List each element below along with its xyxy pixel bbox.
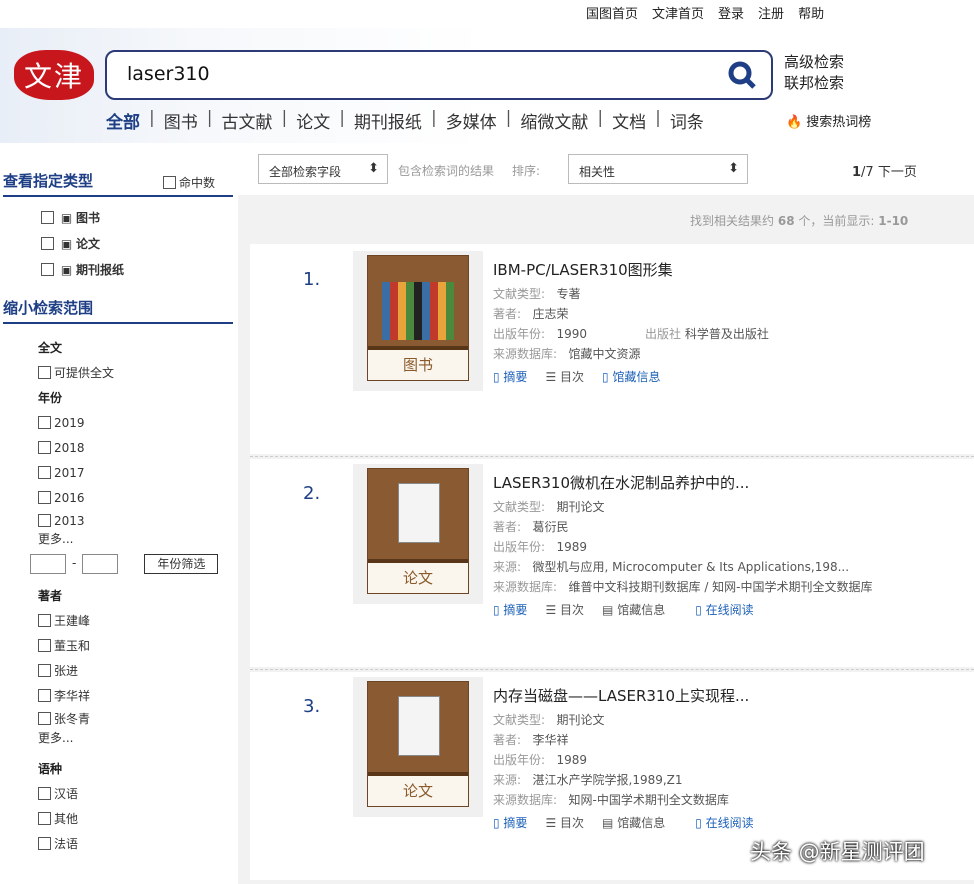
- fulltext-checkbox[interactable]: 可提供全文: [38, 361, 233, 386]
- hit-count-checkbox[interactable]: 命中数: [163, 174, 215, 191]
- result-item: 2. 论文 LASER310微机在水泥制品养护中的... 文献类型: 期刊论文 …: [250, 459, 974, 667]
- result-item: 1. 图书 IBM-PC/LASER310图形集 文献类型: 专著 著者: 庄志…: [250, 244, 974, 454]
- toc-link[interactable]: ☰ 目次: [545, 814, 584, 831]
- type-books[interactable]: ▣ 图书: [41, 205, 233, 231]
- result-title[interactable]: LASER310微机在水泥制品养护中的...: [493, 472, 873, 493]
- tab-multimedia[interactable]: 多媒体: [446, 108, 497, 133]
- type-periodicals[interactable]: ▣ 期刊报纸: [41, 257, 233, 283]
- paper-cover[interactable]: 论文: [353, 464, 483, 604]
- year-heading: 年份: [38, 386, 233, 411]
- holdings-link[interactable]: ▤ 馆藏信息: [602, 601, 665, 618]
- read-online-link[interactable]: ▯ 在线阅读: [695, 814, 753, 831]
- tab-microfilm[interactable]: 缩微文献: [520, 108, 588, 133]
- type-title: 查看指定类型: [3, 170, 93, 191]
- toc-link[interactable]: ☰ 目次: [545, 368, 584, 385]
- result-title[interactable]: 内存当磁盘——LASER310上实现程...: [493, 685, 754, 706]
- top-links: 国图首页 文津首页 登录 注册 帮助: [586, 3, 824, 22]
- book-cover[interactable]: 图书: [353, 251, 483, 391]
- fulltext-heading: 全文: [38, 336, 233, 361]
- link-nlc-home[interactable]: 国图首页: [586, 3, 638, 22]
- link-help[interactable]: 帮助: [798, 3, 824, 22]
- hot-search-link[interactable]: 🔥 搜索热词榜: [786, 111, 871, 130]
- year-2019[interactable]: 2019: [38, 411, 233, 436]
- tab-periodicals[interactable]: 期刊报纸: [354, 108, 422, 133]
- year-to-input[interactable]: [82, 554, 118, 574]
- current-page: 1: [852, 165, 861, 180]
- next-page-link[interactable]: 下一页: [878, 165, 917, 180]
- tab-books[interactable]: 图书: [164, 108, 198, 133]
- type-papers[interactable]: ▣ 论文: [41, 231, 233, 257]
- result-title[interactable]: IBM-PC/LASER310图形集: [493, 259, 769, 280]
- search-icon[interactable]: [727, 60, 757, 90]
- logo[interactable]: 文津: [14, 50, 94, 100]
- pagination: 1/7 下一页: [852, 161, 917, 180]
- advanced-links: 高级检索 联邦检索: [784, 52, 844, 94]
- author-item[interactable]: 董玉和: [38, 634, 233, 659]
- tab-papers[interactable]: 论文: [296, 108, 330, 133]
- divider: [250, 456, 974, 457]
- year-2013[interactable]: 2013: [38, 511, 233, 531]
- author-item[interactable]: 李华祥: [38, 684, 233, 709]
- read-online-link[interactable]: ▯ 在线阅读: [695, 601, 753, 618]
- watermark: 头条 @新星测评团: [750, 836, 925, 866]
- language-item[interactable]: 其他: [38, 807, 233, 832]
- result-number: 1.: [303, 269, 320, 290]
- author-more-link[interactable]: 更多...: [38, 729, 233, 747]
- fire-icon: 🔥: [786, 115, 802, 130]
- divider: [250, 669, 974, 670]
- tab-all[interactable]: 全部: [106, 108, 140, 133]
- tab-documents[interactable]: 文档: [612, 108, 646, 133]
- field-select[interactable]: 全部检索字段: [258, 154, 388, 184]
- result-number: 2.: [303, 483, 320, 504]
- link-register[interactable]: 注册: [758, 3, 784, 22]
- sort-select[interactable]: 相关性: [568, 154, 748, 184]
- abstract-link[interactable]: ▯ 摘要: [493, 814, 527, 831]
- link-login[interactable]: 登录: [718, 3, 744, 22]
- abstract-link[interactable]: ▯ 摘要: [493, 601, 527, 618]
- language-heading: 语种: [38, 757, 233, 782]
- toc-link[interactable]: ☰ 目次: [545, 601, 584, 618]
- year-2016[interactable]: 2016: [38, 486, 233, 511]
- author-item[interactable]: 张冬青: [38, 709, 233, 729]
- search-input[interactable]: laser310: [127, 63, 210, 85]
- year-filter-button[interactable]: 年份筛选: [144, 554, 218, 574]
- link-wenjin-home[interactable]: 文津首页: [652, 3, 704, 22]
- tab-ancient[interactable]: 古文献: [221, 108, 272, 133]
- year-more-link[interactable]: 更多...: [38, 531, 233, 547]
- narrow-title: 缩小检索范围: [3, 297, 233, 318]
- sidebar: 查看指定类型 命中数 ▣ 图书 ▣ 论文 ▣ 期刊报纸 缩小检索范围 全文 可提供…: [3, 170, 233, 857]
- advanced-search-link[interactable]: 高级检索: [784, 52, 844, 73]
- author-item[interactable]: 张进: [38, 659, 233, 684]
- tab-entries[interactable]: 词条: [670, 108, 704, 133]
- category-tabs: 全部| 图书| 古文献| 论文| 期刊报纸| 多媒体| 缩微文献| 文档| 词条: [106, 108, 704, 133]
- hot-label: 搜索热词榜: [806, 115, 871, 130]
- result-number: 3.: [303, 696, 320, 717]
- holdings-link[interactable]: ▤ 馆藏信息: [602, 814, 665, 831]
- search-box[interactable]: laser310: [105, 50, 773, 100]
- language-item[interactable]: 汉语: [38, 782, 233, 807]
- contain-label: 包含检索词的结果: [398, 162, 494, 179]
- paper-cover[interactable]: 论文: [353, 677, 483, 817]
- year-2017[interactable]: 2017: [38, 461, 233, 486]
- result-summary: 找到相关结果约 68 个，当前显示: 1-10: [690, 212, 908, 229]
- year-2018[interactable]: 2018: [38, 436, 233, 461]
- year-from-input[interactable]: [30, 554, 66, 574]
- sort-label: 排序:: [512, 162, 540, 179]
- holdings-link[interactable]: ▯ 馆藏信息: [602, 368, 660, 385]
- author-heading: 著者: [38, 584, 233, 609]
- federated-search-link[interactable]: 联邦检索: [784, 73, 844, 94]
- abstract-link[interactable]: ▯ 摘要: [493, 368, 527, 385]
- language-item[interactable]: 法语: [38, 832, 233, 857]
- total-pages: /7: [861, 165, 874, 180]
- author-item[interactable]: 王建峰: [38, 609, 233, 634]
